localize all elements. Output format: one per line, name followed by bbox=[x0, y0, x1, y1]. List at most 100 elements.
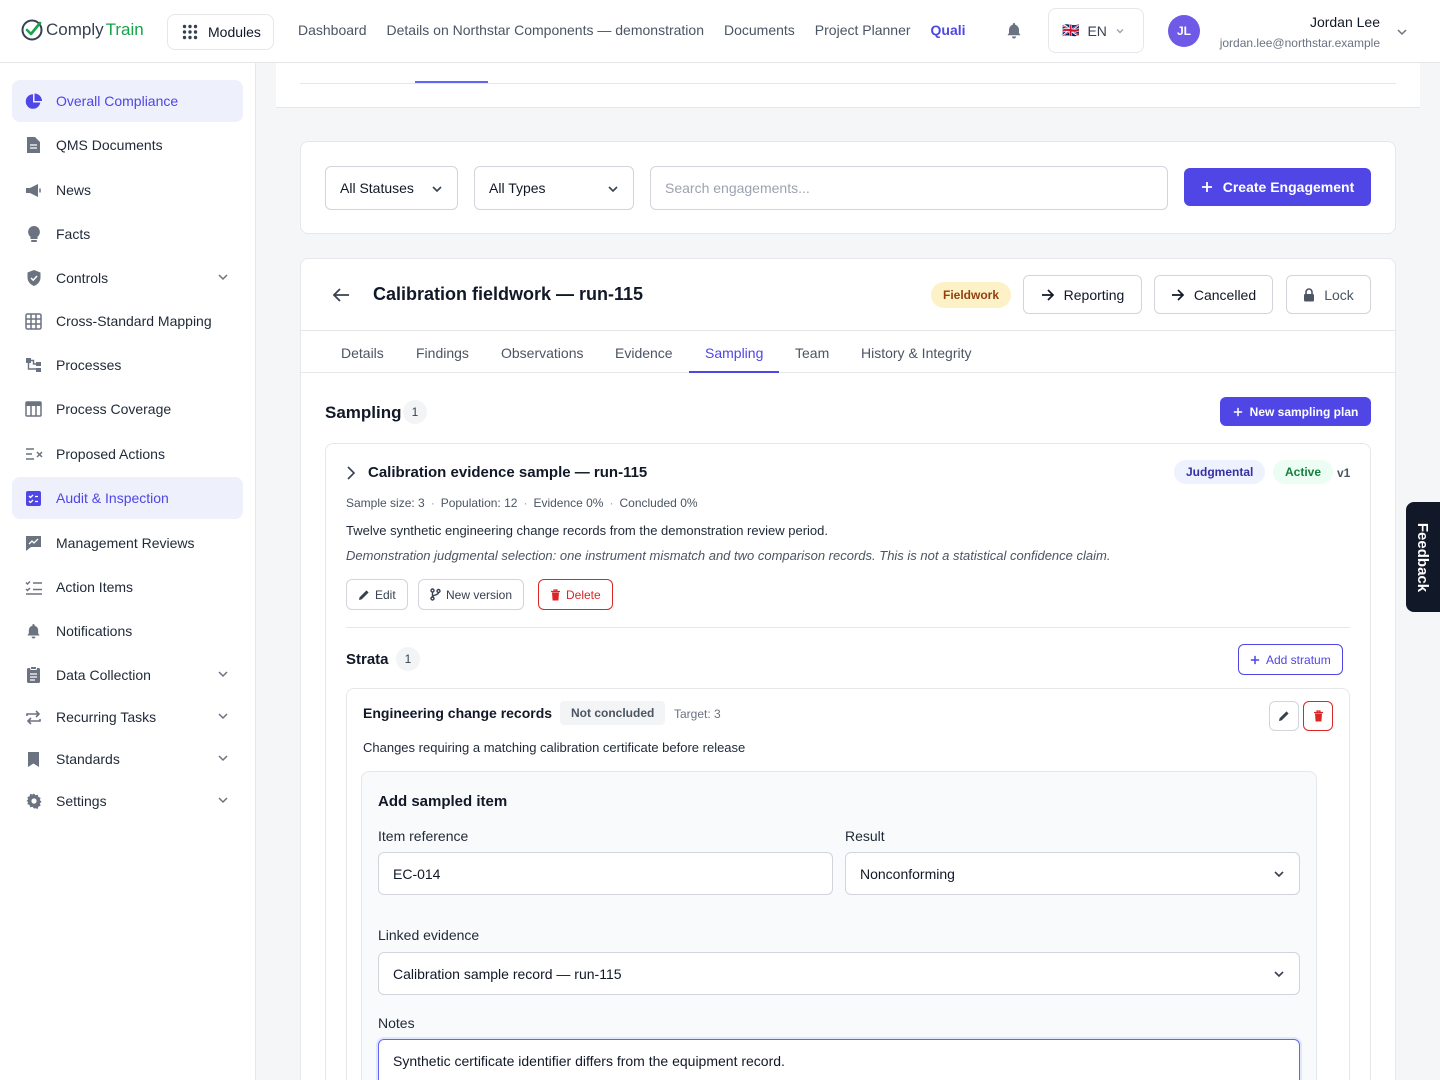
sidebar-item-label: Proposed Actions bbox=[56, 446, 165, 462]
sidebar-item-processes[interactable]: Processes bbox=[12, 344, 243, 386]
chevron-down-icon bbox=[217, 710, 229, 722]
status-badge: Active bbox=[1273, 460, 1334, 484]
linked-evidence-value: Calibration sample record — run-115 bbox=[393, 965, 622, 982]
tab-findings[interactable]: Findings bbox=[416, 345, 469, 361]
notifications-bell-icon[interactable] bbox=[1006, 22, 1022, 40]
user-name: Jordan Lee bbox=[1309, 14, 1380, 30]
topnav-dashboard[interactable]: Dashboard bbox=[298, 22, 367, 38]
chevron-down-icon bbox=[217, 752, 229, 764]
delete-plan-button[interactable]: Delete bbox=[538, 579, 613, 610]
sidebar-item-settings[interactable]: Settings bbox=[12, 780, 243, 822]
sidebar-item-data-collection[interactable]: Data Collection bbox=[12, 654, 243, 696]
tab-history-integrity[interactable]: History & Integrity bbox=[861, 345, 971, 361]
create-engagement-button[interactable]: Create Engagement bbox=[1184, 168, 1371, 206]
sidebar: Overall Compliance QMS Documents News Fa… bbox=[0, 63, 256, 1080]
stratum-status-badge: Not concluded bbox=[560, 701, 666, 725]
branch-icon bbox=[430, 588, 441, 601]
logo-text-comply: Comply bbox=[46, 20, 104, 39]
search-engagements-input[interactable]: Search engagements... bbox=[650, 166, 1168, 210]
plan-title: Calibration evidence sample — run-115 bbox=[368, 464, 648, 481]
sidebar-item-controls[interactable]: Controls bbox=[12, 257, 243, 299]
feedback-tab[interactable]: Feedback bbox=[1406, 502, 1440, 612]
method-badge: Judgmental bbox=[1174, 460, 1266, 484]
list-x-icon bbox=[24, 445, 43, 464]
sampling-count-badge: 1 bbox=[403, 400, 427, 424]
trash-icon bbox=[1313, 710, 1323, 722]
sidebar-item-proposed-actions[interactable]: Proposed Actions bbox=[12, 433, 243, 475]
sidebar-item-facts[interactable]: Facts bbox=[12, 213, 243, 255]
sidebar-item-label: Cross-Standard Mapping bbox=[56, 313, 212, 329]
sampling-plan-card: Calibration evidence sample — run-115 Ju… bbox=[325, 443, 1371, 1080]
reporting-button[interactable]: Reporting bbox=[1023, 275, 1142, 314]
tab-team[interactable]: Team bbox=[795, 345, 829, 361]
item-reference-input[interactable]: EC-014 bbox=[378, 852, 833, 895]
item-reference-label: Item reference bbox=[378, 828, 469, 844]
notes-label: Notes bbox=[378, 1015, 415, 1031]
sidebar-item-news[interactable]: News bbox=[12, 169, 243, 211]
linked-evidence-label: Linked evidence bbox=[378, 927, 480, 943]
add-sampled-item-form: Add sampled item Item reference EC-014 R… bbox=[361, 771, 1317, 1080]
user-avatar[interactable]: JL bbox=[1168, 15, 1200, 47]
plus-icon bbox=[1233, 407, 1242, 416]
new-sampling-plan-button[interactable]: New sampling plan bbox=[1220, 397, 1371, 426]
chevron-right-icon[interactable] bbox=[346, 466, 356, 480]
tab-evidence[interactable]: Evidence bbox=[615, 345, 673, 361]
lightbulb-icon bbox=[24, 225, 43, 244]
user-menu-chevron-icon[interactable] bbox=[1396, 26, 1408, 38]
result-value: Nonconforming bbox=[860, 865, 955, 882]
sidebar-item-audit-inspection[interactable]: Audit & Inspection bbox=[12, 477, 243, 519]
arrow-right-icon bbox=[1171, 288, 1185, 301]
add-stratum-label: Add stratum bbox=[1266, 652, 1331, 667]
sidebar-item-cross-standard-mapping[interactable]: Cross-Standard Mapping bbox=[12, 300, 243, 342]
edit-stratum-button[interactable] bbox=[1269, 701, 1299, 731]
edit-plan-button[interactable]: Edit bbox=[346, 579, 408, 610]
sidebar-item-action-items[interactable]: Action Items bbox=[12, 566, 243, 608]
tab-details[interactable]: Details bbox=[341, 345, 384, 361]
sidebar-item-standards[interactable]: Standards bbox=[12, 738, 243, 780]
version-label: v1 bbox=[1337, 466, 1351, 480]
notes-textarea[interactable]: Synthetic certificate identifier differs… bbox=[378, 1039, 1300, 1080]
sample-size: Sample size: 3 bbox=[346, 496, 425, 510]
app-logo[interactable]: Comply Train bbox=[20, 18, 144, 42]
tab-observations[interactable]: Observations bbox=[501, 345, 583, 361]
topnav-project-planner[interactable]: Project Planner bbox=[815, 22, 911, 38]
sidebar-item-label: Process Coverage bbox=[56, 401, 172, 417]
sidebar-item-notifications[interactable]: Notifications bbox=[12, 610, 243, 652]
status-filter-select[interactable]: All Statuses bbox=[325, 166, 458, 210]
new-version-button[interactable]: New version bbox=[418, 579, 525, 610]
add-stratum-button[interactable]: Add stratum bbox=[1238, 644, 1343, 675]
gear-icon bbox=[24, 792, 43, 811]
back-arrow-icon[interactable] bbox=[332, 287, 350, 303]
engagement-detail-card: Calibration fieldwork — run-115 Fieldwor… bbox=[300, 258, 1396, 1080]
sidebar-item-overall-compliance[interactable]: Overall Compliance bbox=[12, 80, 243, 122]
topnav-quali[interactable]: Quali bbox=[931, 22, 966, 38]
sidebar-item-management-reviews[interactable]: Management Reviews bbox=[12, 522, 243, 564]
tab-sampling[interactable]: Sampling bbox=[705, 345, 763, 361]
flow-icon bbox=[24, 356, 43, 375]
engagement-title: Calibration fieldwork — run-115 bbox=[373, 284, 644, 304]
logo-text-train: Train bbox=[105, 20, 144, 39]
type-filter-select[interactable]: All Types bbox=[474, 166, 634, 210]
plan-metadata: Sample size: 3 · Population: 12 · Evidence… bbox=[346, 496, 698, 510]
topnav-details[interactable]: Details on Northstar Components — demons… bbox=[387, 22, 704, 38]
topnav-documents[interactable]: Documents bbox=[724, 22, 795, 38]
form-title: Add sampled item bbox=[378, 793, 508, 810]
linked-evidence-select[interactable]: Calibration sample record — run-115 bbox=[378, 952, 1300, 995]
stratum-target: Target: 3 bbox=[674, 707, 721, 721]
modules-button[interactable]: Modules bbox=[167, 14, 274, 50]
sidebar-item-recurring-tasks[interactable]: Recurring Tasks bbox=[12, 696, 243, 738]
delete-stratum-button[interactable] bbox=[1303, 701, 1333, 731]
feedback-label: Feedback bbox=[1414, 522, 1432, 592]
result-select[interactable]: Nonconforming bbox=[845, 852, 1300, 895]
create-engagement-label: Create Engagement bbox=[1222, 179, 1355, 195]
lock-button[interactable]: Lock bbox=[1286, 275, 1371, 314]
cancelled-button[interactable]: Cancelled bbox=[1154, 275, 1273, 314]
sidebar-item-label: Audit & Inspection bbox=[56, 490, 169, 506]
language-selector[interactable]: 🇬🇧 EN bbox=[1048, 8, 1144, 53]
sidebar-item-label: Data Collection bbox=[56, 667, 151, 683]
plus-icon bbox=[1250, 655, 1260, 664]
sidebar-item-qms-documents[interactable]: QMS Documents bbox=[12, 124, 243, 166]
engagement-tabs: Details Findings Observations Evidence S… bbox=[301, 330, 1395, 373]
sidebar-item-process-coverage[interactable]: Process Coverage bbox=[12, 388, 243, 430]
new-sampling-plan-label: New sampling plan bbox=[1249, 404, 1359, 419]
